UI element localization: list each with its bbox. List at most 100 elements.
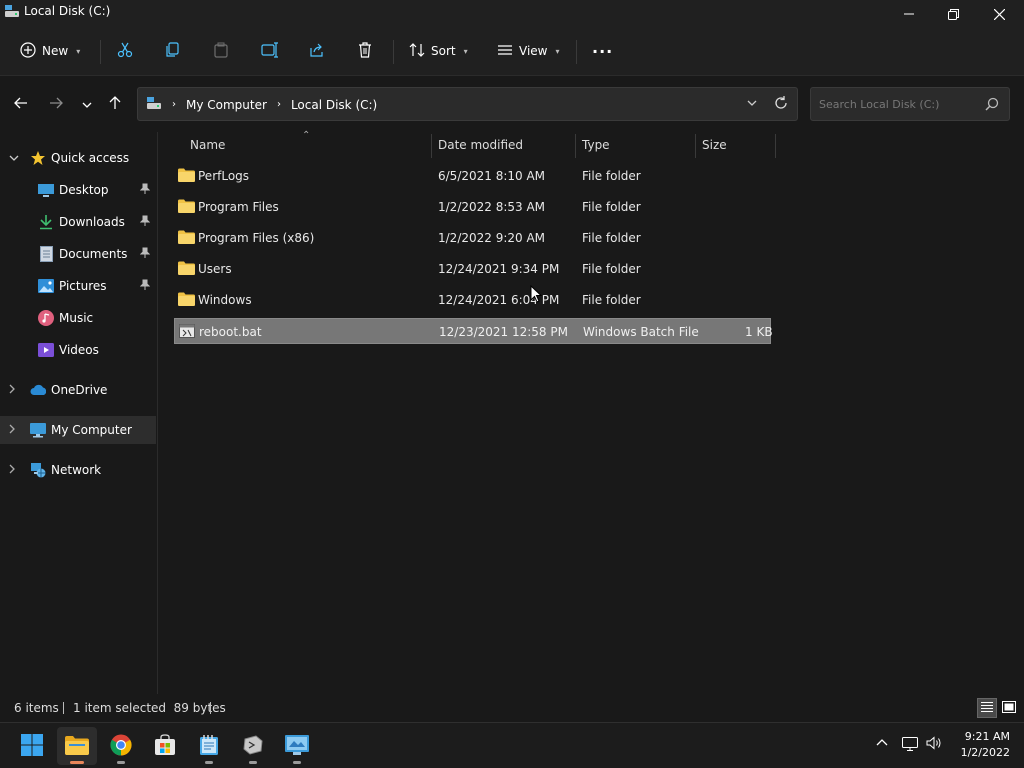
column-header-size[interactable]: Size [702, 132, 727, 158]
tiles-view-button[interactable] [999, 698, 1019, 718]
breadcrumb-separator-icon: › [172, 99, 176, 110]
file-row-users[interactable]: Users 12/24/2021 9:34 PM File folder [174, 256, 771, 282]
sort-button[interactable]: Sort ▾ [409, 36, 468, 66]
details-view-button[interactable] [977, 698, 997, 718]
pin-icon [139, 183, 151, 198]
copy-button[interactable] [165, 36, 181, 66]
nav-pictures[interactable]: Pictures [0, 272, 156, 300]
taskbar-control-panel[interactable] [277, 727, 317, 765]
nav-label: Videos [59, 343, 99, 357]
nav-desktop[interactable]: Desktop [0, 176, 156, 204]
star-icon [30, 150, 46, 166]
scissors-icon [117, 42, 133, 61]
up-button[interactable] [103, 92, 127, 116]
folder-icon [178, 261, 195, 278]
nav-network[interactable]: Network [0, 456, 156, 484]
volume-icon[interactable] [926, 736, 942, 753]
system-clock[interactable]: 9:21 AM 1/2/2022 [961, 729, 1010, 761]
network-status-icon[interactable] [902, 737, 918, 754]
back-button[interactable] [9, 92, 33, 116]
file-row-program-files-x86[interactable]: Program Files (x86) 1/2/2022 9:20 AM Fil… [174, 225, 771, 251]
minimize-button[interactable] [886, 0, 932, 28]
plus-circle-icon [20, 41, 36, 61]
nav-my-computer[interactable]: My Computer [0, 416, 156, 444]
taskbar-scripting-app[interactable] [233, 727, 273, 765]
tiles-view-icon [1002, 700, 1016, 716]
running-indicator [293, 761, 301, 764]
nav-quick-access[interactable]: Quick access [0, 144, 156, 172]
column-divider[interactable] [431, 134, 432, 158]
share-button[interactable] [309, 36, 325, 66]
search-box [810, 87, 1010, 121]
rename-button[interactable] [261, 36, 279, 66]
restore-button[interactable] [930, 0, 976, 28]
nav-label: Network [51, 463, 102, 477]
search-icon[interactable] [985, 97, 999, 114]
column-header-date[interactable]: Date modified [438, 132, 523, 158]
chevron-right-icon[interactable] [9, 424, 15, 437]
delete-button[interactable] [357, 36, 373, 66]
folder-icon [178, 292, 195, 309]
toolbar-divider [100, 40, 101, 64]
column-header-type[interactable]: Type [582, 132, 610, 158]
nav-downloads[interactable]: Downloads [0, 208, 156, 236]
clock-date: 1/2/2022 [960, 746, 1010, 759]
file-row-reboot-bat[interactable]: reboot.bat 12/23/2021 12:58 PM Windows B… [174, 318, 773, 344]
file-date: 12/24/2021 9:34 PM [438, 262, 560, 276]
chevron-right-icon[interactable] [9, 384, 15, 397]
chevron-down-icon[interactable] [9, 153, 19, 164]
recent-locations-button[interactable] [75, 92, 99, 116]
taskbar-notepad[interactable] [189, 727, 229, 765]
taskbar-file-explorer[interactable] [57, 727, 97, 765]
chevron-down-icon[interactable] [747, 96, 757, 113]
close-button[interactable] [976, 0, 1022, 28]
paste-icon [213, 42, 229, 61]
column-header-name[interactable]: Name [190, 132, 225, 158]
show-hidden-icons-chevron-up-icon[interactable] [876, 735, 888, 749]
nav-label: Desktop [59, 183, 109, 197]
taskbar-chrome[interactable] [101, 727, 141, 765]
column-divider[interactable] [695, 134, 696, 158]
chrome-icon [110, 734, 132, 759]
nav-label: Music [59, 311, 94, 325]
forward-button[interactable] [44, 92, 68, 116]
folder-icon [178, 199, 195, 216]
nav-label: Pictures [59, 279, 107, 293]
see-more-button[interactable]: ··· [592, 36, 613, 66]
breadcrumb-my-computer[interactable]: My Computer [186, 98, 267, 112]
cut-button[interactable] [117, 36, 133, 66]
view-button[interactable]: View ▾ [497, 36, 560, 66]
chevron-right-icon[interactable] [9, 464, 15, 477]
file-row-program-files[interactable]: Program Files 1/2/2022 8:53 AM File fold… [174, 194, 771, 220]
breadcrumb-local-disk[interactable]: Local Disk (C:) [291, 98, 377, 112]
new-button[interactable]: New ▾ [20, 36, 80, 66]
column-divider[interactable] [575, 134, 576, 158]
taskbar-store[interactable] [145, 727, 185, 765]
search-input[interactable] [811, 88, 981, 120]
nav-videos[interactable]: Videos [0, 336, 156, 364]
refresh-icon[interactable] [773, 95, 789, 114]
paste-button[interactable] [213, 36, 229, 66]
file-row-perflogs[interactable]: PerfLogs 6/5/2021 8:10 AM File folder [174, 163, 771, 189]
file-list: ⌃ Name Date modified Type Size PerfLogs … [159, 130, 1024, 694]
file-type: File folder [582, 200, 641, 214]
address-bar[interactable]: › My Computer › Local Disk (C:) [137, 87, 798, 121]
file-row-windows[interactable]: Windows 12/24/2021 6:04 PM File folder [174, 287, 771, 313]
sort-label: Sort [431, 44, 456, 58]
view-icon [497, 42, 513, 61]
new-label: New [42, 44, 69, 58]
chevron-down-icon [82, 97, 92, 111]
file-name: Users [198, 262, 232, 276]
nav-music[interactable]: Music [0, 304, 156, 332]
file-type: File folder [582, 169, 641, 183]
start-button[interactable] [12, 727, 52, 765]
column-divider[interactable] [775, 134, 776, 158]
file-date: 1/2/2022 9:20 AM [438, 231, 546, 245]
status-separator [210, 702, 211, 714]
clock-time: 9:21 AM [964, 730, 1010, 743]
nav-documents[interactable]: Documents [0, 240, 156, 268]
command-bar: New ▾ Sort ▾ View ▾ ··· [0, 28, 1024, 76]
nav-onedrive[interactable]: OneDrive [0, 376, 156, 404]
cloud-icon [30, 382, 46, 398]
batch-file-icon [179, 324, 195, 341]
